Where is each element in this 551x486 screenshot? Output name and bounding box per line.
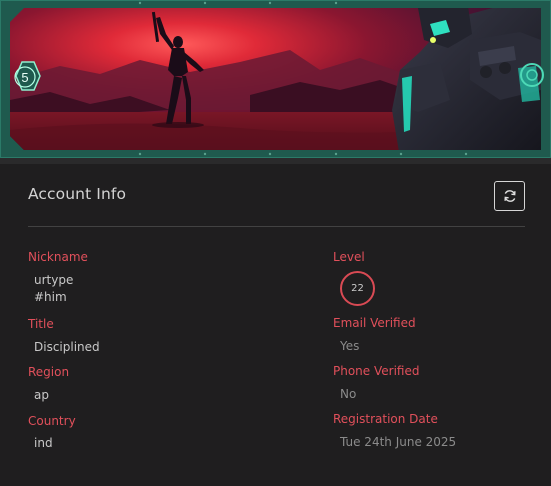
- title-label: Title: [28, 317, 54, 331]
- account-info-title: Account Info: [28, 185, 127, 203]
- refresh-button[interactable]: [494, 181, 525, 211]
- title-divider: [28, 226, 525, 227]
- account-info-panel: Account Info Nickname urtype #him Title …: [0, 158, 551, 486]
- phone-verified-label: Phone Verified: [333, 364, 420, 378]
- nickname-tag: #him: [34, 290, 67, 304]
- banner-artwork: 5: [0, 0, 551, 158]
- svg-text:5: 5: [21, 70, 28, 85]
- country-value: ind: [34, 436, 53, 450]
- region-value: ap: [34, 388, 49, 402]
- player-card-banner: 5: [0, 0, 551, 158]
- email-verified-value: Yes: [340, 339, 360, 353]
- country-label: Country: [28, 414, 76, 428]
- level-label: Level: [333, 250, 365, 264]
- title-value: Disciplined: [34, 340, 100, 354]
- registration-date-value: Tue 24th June 2025: [340, 435, 457, 449]
- level-badge: 22: [340, 271, 375, 306]
- phone-verified-value: No: [340, 387, 357, 401]
- region-label: Region: [28, 365, 70, 379]
- nickname-value: urtype: [34, 273, 74, 287]
- refresh-icon: [503, 190, 516, 202]
- nickname-label: Nickname: [28, 250, 88, 264]
- email-verified-label: Email Verified: [333, 316, 416, 330]
- panel-top-strip: [0, 158, 551, 164]
- registration-date-label: Registration Date: [333, 412, 438, 426]
